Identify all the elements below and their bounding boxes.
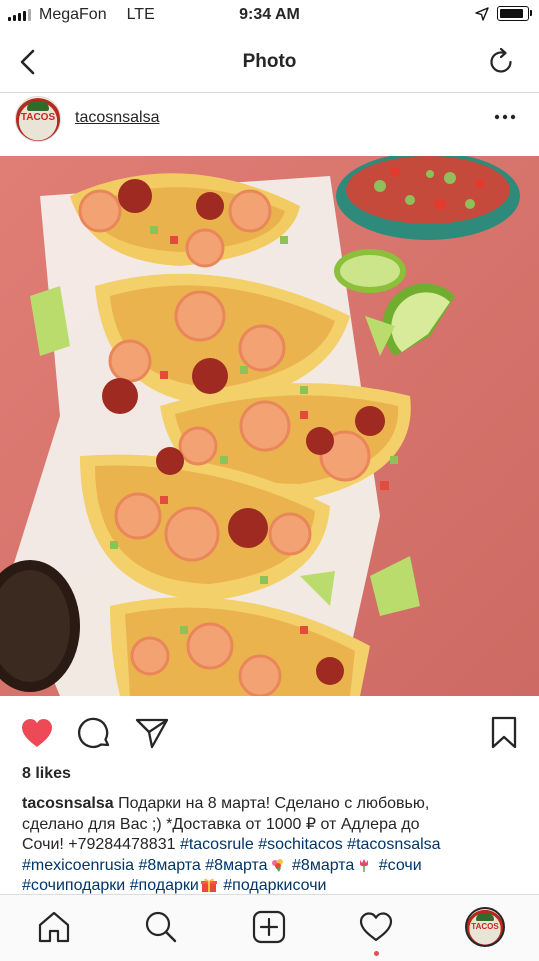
sombrero-icon (476, 913, 494, 921)
avatar-logo-text: TACOS (471, 922, 499, 931)
profile-avatar[interactable]: TACOS (465, 907, 505, 947)
caption-username[interactable]: tacosnsalsa (22, 795, 114, 812)
gift-emoji (200, 878, 217, 892)
hashtag-link[interactable]: #sochitacos (258, 836, 343, 853)
location-arrow-icon (475, 6, 489, 21)
tacos-photo-illustration (0, 156, 539, 696)
avatar[interactable]: TACOS (15, 96, 61, 142)
bookmark-icon[interactable] (485, 714, 523, 752)
hashtag-link[interactable]: #8марта (292, 857, 354, 874)
post-actions (0, 706, 539, 758)
add-icon[interactable] (251, 909, 287, 945)
caption-text: Сочи! +79284478831 (22, 836, 180, 853)
battery-icon (497, 6, 532, 21)
refresh-icon[interactable] (485, 46, 517, 78)
hashtag-link[interactable]: #8марта (205, 857, 267, 874)
post-caption: tacosnsalsa Подарки на 8 марта! Сделано … (22, 794, 522, 897)
post-photo[interactable] (0, 156, 539, 696)
search-icon[interactable] (143, 909, 179, 945)
ellipsis-icon[interactable] (493, 107, 517, 127)
activity-heart-icon[interactable] (358, 909, 394, 945)
hashtag-link[interactable]: #подаркисочи (223, 877, 326, 894)
caption-text: Подарки на 8 марта! Сделано с любовью, (118, 795, 430, 812)
heart-icon[interactable] (18, 714, 56, 752)
likes-count[interactable]: 8 likes (22, 765, 71, 783)
sombrero-icon (27, 101, 49, 111)
page-title: Photo (242, 51, 297, 72)
hashtag-link[interactable]: #подарки (130, 877, 199, 894)
avatar-logo-text: TACOS (20, 112, 56, 123)
post-header: TACOS tacosnsalsa (0, 93, 539, 155)
caption-text: сделано для Вас ;) *Доставка от 1000 ₽ о… (22, 815, 420, 833)
comment-icon[interactable] (76, 714, 114, 752)
home-icon[interactable] (36, 909, 72, 945)
bouquet-emoji (271, 858, 283, 872)
nav-bar: Photo (0, 32, 539, 93)
hashtag-link[interactable]: #сочи (379, 857, 422, 874)
post-username[interactable]: tacosnsalsa (75, 109, 160, 127)
activity-notification-dot (374, 951, 379, 956)
status-bar: MegaFon LTE 9:34 AM (0, 0, 539, 32)
hashtag-link[interactable]: #tacosnsalsa (347, 836, 440, 853)
tulip-emoji (360, 858, 369, 872)
hashtag-link[interactable]: #mexicoenrusia (22, 857, 134, 874)
paper-plane-icon[interactable] (133, 714, 171, 752)
hashtag-link[interactable]: #tacosrule (180, 836, 254, 853)
hashtag-link[interactable]: #сочиподарки (22, 877, 125, 894)
tab-bar: TACOS (0, 894, 539, 961)
status-time: 9:34 AM (239, 6, 300, 23)
battery-level (500, 9, 523, 18)
hashtag-link[interactable]: #8марта (139, 857, 201, 874)
